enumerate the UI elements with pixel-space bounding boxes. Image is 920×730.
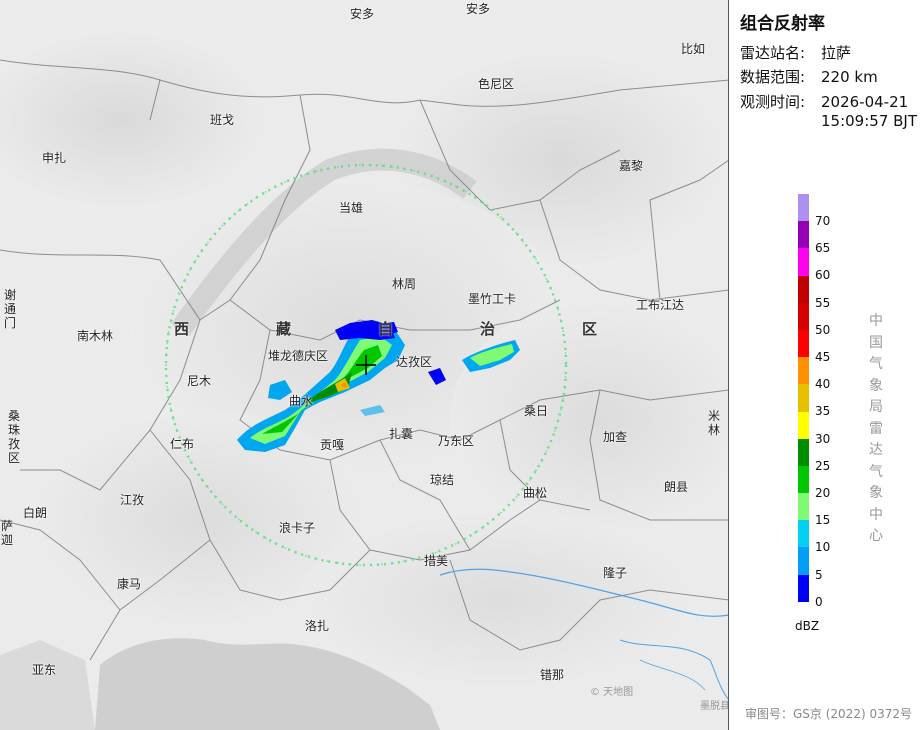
place-naidong: 乃东区 — [438, 434, 475, 448]
scale-tick-label: 20 — [815, 486, 831, 500]
place-zhanang: 扎囊 — [389, 427, 414, 441]
scale-tick-label: 0 — [815, 594, 823, 609]
place-jiali: 嘉黎 — [619, 159, 644, 173]
scale-swatch — [798, 493, 809, 521]
station-value: 拉萨 — [821, 44, 852, 62]
scale-tick-label: 10 — [815, 540, 831, 555]
place-nimu: 尼木 — [187, 374, 212, 388]
place-anduo-1: 安多 — [350, 7, 375, 21]
range-row: 数据范围: 220 km — [740, 66, 878, 87]
place-mozhugongka: 墨竹工卡 — [468, 292, 517, 306]
place-biru: 比如 — [681, 42, 706, 56]
place-qushui: 曲水 — [289, 394, 314, 408]
scale-swatch — [798, 275, 809, 303]
place-qusong: 曲松 — [523, 486, 548, 500]
place-yadong: 亚东 — [32, 663, 57, 677]
scale-swatch — [798, 302, 809, 330]
region-char-3: 自 — [378, 320, 394, 338]
place-dangxiong: 当雄 — [339, 201, 364, 215]
place-seni: 色尼区 — [478, 77, 515, 91]
station-key: 雷达站名: — [740, 44, 806, 62]
place-cuona: 错那 — [540, 668, 565, 682]
place-luozha: 洛扎 — [305, 619, 330, 633]
scale-swatch — [798, 194, 809, 222]
place-bailang: 白朗 — [23, 506, 48, 520]
info-panel: 组合反射率 雷达站名: 拉萨 数据范围: 220 km 观测时间: 2026-04-2… — [729, 0, 920, 730]
region-char-1: 西 — [174, 320, 190, 338]
scale-tick-label: 65 — [815, 241, 831, 256]
scale-swatch — [798, 547, 809, 575]
scale-swatch — [798, 384, 809, 412]
scale-swatch — [798, 248, 809, 276]
scale-swatch — [798, 574, 809, 602]
scale-tick-label: 55 — [815, 295, 831, 310]
scale-tick-label: 45 — [815, 350, 831, 364]
radar-map[interactable]: 安多 安多 比如 色尼区 班戈 申扎 嘉黎 当雄 林周 墨竹工卡 工布江达 谢通… — [0, 0, 729, 730]
scale-tick-label: 30 — [815, 431, 831, 446]
place-anduo-2: 安多 — [466, 2, 491, 16]
place-renbu: 仁布 — [170, 437, 195, 451]
place-bange: 班戈 — [210, 113, 235, 127]
place-langxian: 朗县 — [664, 480, 689, 494]
place-cuomei: 措美 — [424, 554, 449, 568]
scale-tick-label: 15 — [815, 513, 831, 528]
place-longzi: 隆子 — [603, 566, 628, 580]
scale-swatch — [798, 520, 809, 548]
range-key: 数据范围: — [740, 68, 806, 86]
place-duilongdeqing: 堆龙德庆区 — [268, 349, 329, 363]
radar-viewer: 安多 安多 比如 色尼区 班戈 申扎 嘉黎 当雄 林周 墨竹工卡 工布江达 谢通… — [0, 0, 920, 730]
place-qiongjie: 琼结 — [430, 473, 455, 487]
scale-swatch — [798, 465, 809, 494]
place-jiacha: 加查 — [603, 430, 628, 444]
region-char-5: 区 — [582, 320, 598, 338]
scale-swatch — [798, 357, 809, 385]
region-char-2: 藏 — [276, 320, 292, 338]
place-sangri: 桑日 — [524, 404, 549, 418]
place-jiangzi: 江孜 — [120, 493, 145, 507]
dbz-unit: dBZ — [795, 619, 820, 633]
map-approval-number: 审图号：GS京 (2022) 0372号 — [745, 707, 912, 721]
time-date: 2026-04-21 — [821, 93, 909, 111]
place-sangzhuzi: 桑珠孜区 — [7, 409, 20, 465]
dbz-color-scale — [798, 194, 809, 602]
place-langkazi: 浪卡子 — [279, 521, 316, 535]
place-nanmulin: 南木林 — [77, 329, 114, 343]
scale-swatch — [798, 221, 809, 249]
scale-tick-label: 60 — [815, 268, 831, 283]
time-key: 观测时间: — [740, 93, 806, 111]
scale-swatch — [798, 329, 809, 358]
scale-swatch — [798, 411, 809, 439]
place-shenzha: 申扎 — [42, 151, 67, 165]
scale-tick-label: 70 — [815, 214, 831, 228]
station-row: 雷达站名: 拉萨 — [740, 42, 851, 63]
scale-tick-label: 25 — [815, 458, 831, 473]
place-gongga: 贡嘎 — [320, 438, 345, 452]
time-row: 观测时间: 2026-04-21 — [740, 91, 908, 112]
range-value: 220 km — [821, 68, 878, 86]
agency-name: 中国气象局雷达气象中心 — [869, 313, 883, 544]
time-clock: 15:09:57 BJT — [821, 112, 918, 130]
terrain-basemap — [0, 0, 728, 730]
scale-tick-label: 35 — [815, 404, 831, 419]
map-watermark-2: 墨脱县 — [700, 701, 729, 712]
scale-tick-label: 50 — [815, 322, 831, 337]
place-sajia: 萨迦 — [0, 519, 13, 547]
scale-tick-label: 5 — [815, 567, 823, 582]
region-char-4: 治 — [480, 320, 496, 338]
place-gongbujiangda: 工布江达 — [636, 298, 685, 312]
place-dazi: 达孜区 — [396, 355, 433, 369]
place-kangma: 康马 — [117, 577, 142, 591]
place-milin: 米林 — [707, 409, 720, 437]
scale-swatch — [798, 438, 809, 466]
product-title: 组合反射率 — [740, 14, 825, 34]
place-linzhou: 林周 — [392, 277, 417, 291]
place-xietongmen: 谢通门 — [3, 288, 16, 330]
scale-tick-label: 40 — [815, 377, 831, 392]
map-watermark: © 天地图 — [590, 687, 634, 698]
